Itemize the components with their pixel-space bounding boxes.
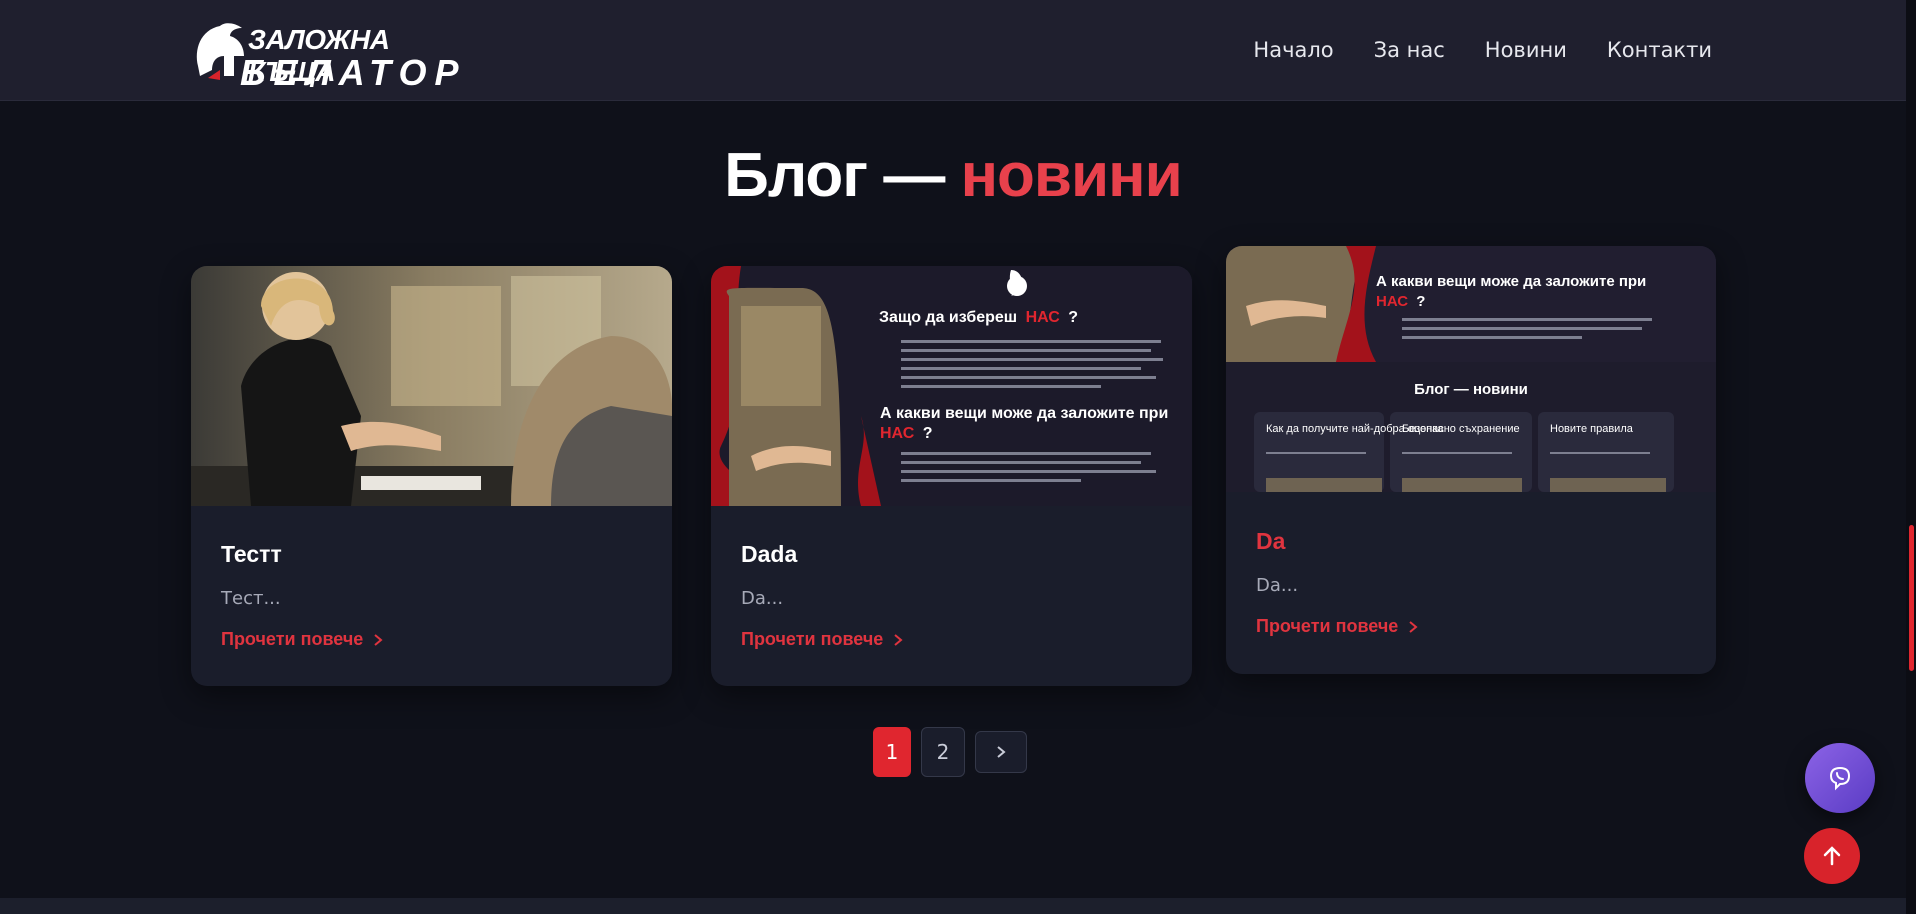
blog-card-title[interactable]: Тестт [221,541,642,568]
blog-card-image[interactable] [191,266,672,506]
banner-heading-1-prefix: Защо да избереш [879,309,1017,326]
blog-card[interactable]: Защо да избереш НАС ? А какви вещи може … [711,266,1192,686]
promo-banner-image: Защо да избереш НАС ? А какви вещи може … [711,266,1192,506]
read-more-link[interactable]: Прочети повече [221,629,385,650]
logo[interactable]: ЗАЛОЖНА КЪЩА БЕЛАТОР [190,20,459,93]
blog-card-image[interactable]: Защо да избереш НАС ? А какви вещи може … [711,266,1192,506]
chevron-right-icon [997,746,1006,758]
main-nav: Начало За нас Новини Контакти [1253,38,1712,62]
preview-blog-title: Блог — новини [1414,381,1528,398]
page-scrollbar[interactable] [1906,0,1916,914]
blog-card-excerpt: Da... [741,588,784,609]
banner-heading-2-line-1: А какви вещи може да заложите при [880,405,1168,422]
nav-link-home[interactable]: Начало [1253,38,1333,62]
read-more-link[interactable]: Прочети повече [741,629,905,650]
handshake-photo [191,266,672,506]
svg-text:Защо да избереш НАС: Защо да избереш НАС ? [879,309,1078,326]
preview-heading-accent: НАС [1376,293,1408,310]
read-more-label: Прочети повече [221,629,364,649]
pagination: 1 2 [873,727,1027,777]
nav-link-about[interactable]: За нас [1374,38,1445,62]
chevron-right-icon [1409,620,1418,633]
banner-heading-1-suffix: ? [1068,309,1078,326]
preview-heading-suffix: ? [1416,293,1425,310]
footer-edge [0,898,1906,914]
blog-card-image[interactable]: А какви вещи може да заложите при НАС ? … [1226,246,1716,492]
scroll-to-top-button[interactable] [1804,828,1860,884]
page-button-2[interactable]: 2 [921,727,965,777]
blog-card-body: Da Da... Прочети повече [1256,528,1686,637]
chevron-right-icon [374,633,383,646]
viber-button[interactable] [1805,743,1875,813]
section-title-main: Блог — [724,141,945,210]
page-button-1[interactable]: 1 [873,727,911,777]
blog-card-body: Dada Da... Прочети повече [741,541,1162,650]
preview-mini-card-title: Новите правила [1550,423,1634,435]
blog-card-title[interactable]: Dada [741,541,1162,568]
site-header: ЗАЛОЖНА КЪЩА БЕЛАТОР Начало За нас Новин… [0,0,1906,101]
blog-card-excerpt: Тест... [221,588,281,609]
blog-card-title[interactable]: Da [1256,528,1686,555]
section-title: Блог — новини [0,140,1906,211]
logo-text-bottom: БЕЛАТОР [240,52,467,93]
section-title-accent: новини [960,141,1183,210]
banner-heading-1-accent: НАС [1026,309,1061,326]
read-more-link[interactable]: Прочети повече [1256,616,1420,637]
read-more-label: Прочети повече [1256,616,1399,636]
scrollbar-thumb[interactable] [1909,525,1914,671]
blog-card-excerpt: Da... [1256,575,1299,596]
nav-link-contacts[interactable]: Контакти [1607,38,1712,62]
banner-heading-2-accent: НАС [880,425,915,442]
preview-mini-card-title: Безопасно съхранение [1402,423,1520,435]
svg-text:НАС ?: НАС ? [1376,293,1425,310]
blog-card[interactable]: А какви вещи може да заложите при НАС ? … [1226,246,1716,674]
site-preview-image: А какви вещи може да заложите при НАС ? … [1226,246,1716,492]
next-page-button[interactable] [975,731,1027,773]
blog-card-body: Тестт Тест... Прочети повече [221,541,642,650]
preview-heading-line-1: А какви вещи може да заложите при [1376,273,1646,290]
arrow-up-icon [1823,846,1841,866]
chevron-right-icon [894,633,903,646]
read-more-label: Прочети повече [741,629,884,649]
banner-heading-2-suffix: ? [923,425,933,442]
nav-link-news[interactable]: Новини [1485,38,1567,62]
viber-icon [1829,766,1851,791]
svg-text:НАС ?: НАС ? [880,425,933,442]
blog-card[interactable]: Тестт Тест... Прочети повече [191,266,672,686]
